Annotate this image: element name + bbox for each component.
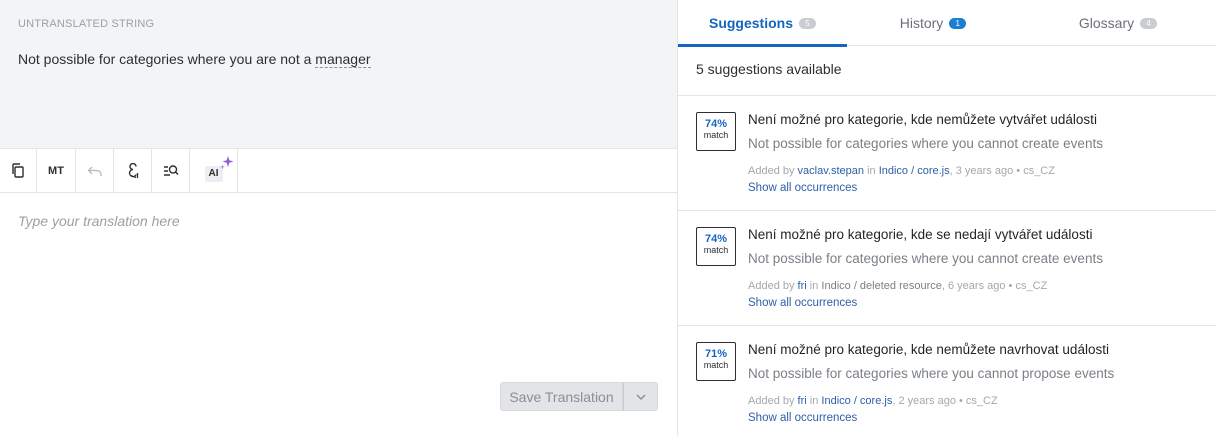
tab-history-count: 1 [949,17,967,29]
source-label: UNTRANSLATED STRING [18,18,155,30]
suggestion-age: 2 years ago [898,395,956,407]
suggestion-source: Not possible for categories where you ca… [748,251,1103,266]
suggestion-resource-text: Indico / deleted resource [821,280,942,292]
suggestions-pane: Suggestions 5 History 1 Glossary 4 5 sugges… [678,0,1216,436]
translation-input[interactable] [0,193,677,373]
source-string-panel: UNTRANSLATED STRING Not possible for cat… [0,0,677,149]
added-by-prefix: Added by [748,395,795,407]
suggestion-user-link[interactable]: vaclav.stepan [798,165,864,177]
suggestion-item[interactable]: 74% match Není možné pro kategorie, kde … [678,96,1216,211]
suggestion-meta: Added by fri in Indico / deleted resourc… [748,280,1048,292]
ai-badge: AI [204,155,233,182]
chevron-down-icon [636,394,645,400]
suggestion-tabs: Suggestions 5 History 1 Glossary 4 [678,0,1216,47]
machine-translation-button[interactable]: MT [37,149,76,192]
editor-toolbar: MT AI [0,149,677,193]
tab-glossary[interactable]: Glossary 4 [1023,0,1213,46]
tab-suggestions[interactable]: Suggestions 5 [678,0,847,47]
added-by-prefix: Added by [748,280,795,292]
source-text-main: Not possible for categories where you ar… [18,51,316,67]
suggestion-age: 6 years ago [948,280,1006,292]
tab-history[interactable]: History 1 [863,0,1003,46]
in-word: in [809,395,819,407]
undo-button[interactable] [76,149,114,192]
match-label: match [703,360,729,370]
match-percent: 74% [704,233,728,245]
suggestion-item[interactable]: 74% match Není možné pro kategorie, kde … [678,211,1216,326]
suggestion-translation: Není možné pro kategorie, kde se nedají … [748,227,1093,242]
suggestion-locale: cs_CZ [1023,165,1055,177]
copy-source-button[interactable] [0,149,37,192]
tab-glossary-count: 4 [1140,17,1158,29]
suggestion-user-link[interactable]: fri [798,280,807,292]
match-score-badge: 74% match [696,227,736,266]
save-translation-button[interactable]: Save Translation [500,382,623,411]
suggestion-source: Not possible for categories where you ca… [748,136,1103,151]
suggestion-source: Not possible for categories where you ca… [748,366,1115,381]
match-percent: 74% [704,118,728,130]
match-label: match [703,245,729,255]
concordance-search-icon [163,164,179,176]
suggestions-count-text: 5 suggestions available [696,61,842,77]
match-label: match [703,130,729,140]
source-text: Not possible for categories where you ar… [18,51,371,68]
suggestion-locale: cs_CZ [1015,280,1048,292]
match-score-badge: 74% match [696,112,736,151]
suggestion-resource-link[interactable]: Indico / core.js [821,395,892,407]
suggestion-translation: Není možné pro kategorie, kde nemůžete v… [748,112,1097,127]
in-word: in [809,280,819,292]
in-word: in [867,165,876,177]
suggestion-user-link[interactable]: fri [798,395,807,407]
ai-assistant-button[interactable]: AI [190,149,238,192]
tab-history-label: History [899,15,944,31]
special-characters-icon [128,162,138,178]
concordance-search-button[interactable] [152,149,190,192]
match-score-badge: 71% match [696,342,736,381]
tab-suggestions-count: 5 [799,17,816,29]
tab-suggestions-label: Suggestions [708,15,793,31]
show-all-occurrences-link[interactable]: Show all occurrences [748,412,857,424]
suggestion-age: 3 years ago [955,165,1014,177]
undo-icon [87,166,102,176]
match-percent: 71% [704,348,728,360]
suggestion-item[interactable]: 71% match Není možné pro kategorie, kde … [678,326,1216,436]
suggestion-resource-link[interactable]: Indico / core.js [879,165,950,177]
show-all-occurrences-link[interactable]: Show all occurrences [748,297,857,309]
tab-glossary-label: Glossary [1078,15,1135,31]
ai-label: AI [208,168,219,179]
save-button-group: Save Translation [500,382,658,411]
suggestion-meta: Added by vaclav.stepan in Indico / core.… [748,165,1055,177]
suggestions-list: 74% match Není možné pro kategorie, kde … [678,95,1216,436]
copy-icon [12,163,24,178]
show-all-occurrences-link[interactable]: Show all occurrences [748,182,857,194]
added-by-prefix: Added by [748,165,795,177]
suggestion-locale: cs_CZ [965,395,998,407]
editor-pane: UNTRANSLATED STRING Not possible for cat… [0,0,677,436]
glossary-term-manager[interactable]: manager [315,51,371,68]
suggestion-translation: Není možné pro kategorie, kde nemůžete n… [748,342,1109,357]
suggestion-meta: Added by fri in Indico / core.js, 2 year… [748,395,998,407]
save-options-dropdown[interactable] [623,382,658,411]
special-characters-button[interactable] [114,149,152,192]
ai-sparkle-icon [219,155,233,169]
